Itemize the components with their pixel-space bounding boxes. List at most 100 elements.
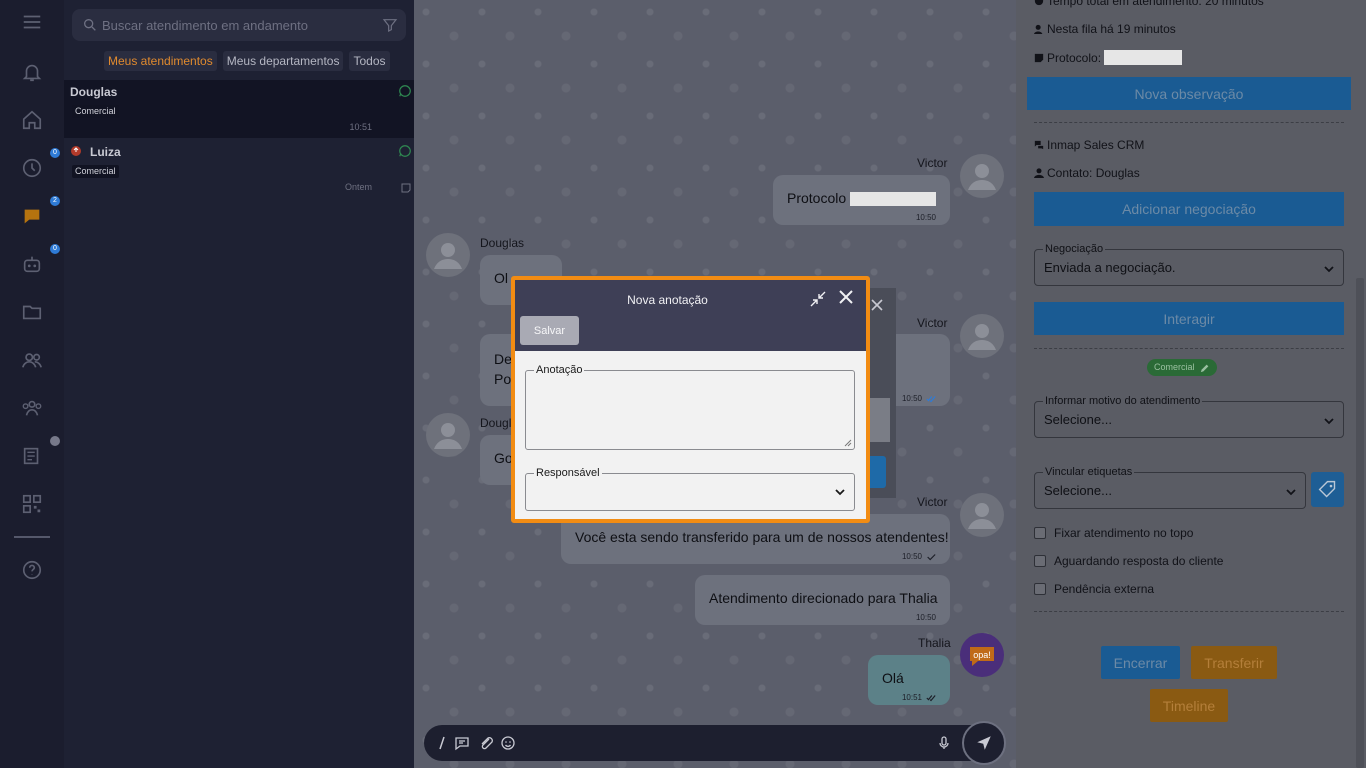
new-note-button[interactable]: Nova observação [1027,77,1351,110]
robot-icon[interactable] [18,250,46,278]
contacts-icon[interactable] [18,346,46,374]
emoji-icon[interactable] [500,735,516,751]
close-icon[interactable] [837,288,855,306]
read-check-icon [926,395,936,402]
bell-icon[interactable] [18,58,46,86]
whatsapp-icon [399,145,411,157]
divider [1034,611,1344,612]
checkbox[interactable] [1034,583,1046,595]
reason-value: Selecione... [1044,412,1112,427]
folder-icon[interactable] [18,298,46,326]
conversation-list: Meus atendimentos Meus departamentos Tod… [64,0,414,768]
bot-avatar-label: opa! [973,650,991,660]
note-textarea[interactable] [532,381,848,445]
groups-icon[interactable] [18,394,46,422]
tag-icon [1318,480,1336,498]
message-text: Po [494,371,512,387]
tab-todos[interactable]: Todos [349,51,390,71]
history-icon[interactable] [18,154,46,182]
sent-check-icon [927,553,936,560]
user-icon [1034,168,1044,178]
message-composer[interactable] [424,725,994,761]
divider [1034,348,1344,349]
note-icon[interactable] [400,182,412,194]
message-time: 10:50 [902,552,936,561]
filter-tabs: Meus atendimentos Meus departamentos Tod… [104,51,390,71]
message-text: Protocolo [787,190,847,206]
deal-select[interactable]: Negociação Enviada a negociação. [1034,243,1344,286]
reports-icon[interactable] [18,442,46,470]
protocol-text: Protocolo: [1034,50,1183,65]
reports-badge [50,436,60,446]
checkbox-label: Fixar atendimento no topo [1054,526,1194,540]
search-icon [84,18,96,31]
background-dialog [866,288,896,498]
divider [1034,122,1344,123]
conversation-item[interactable]: Douglas Comercial 10:51 [64,80,414,138]
attachment-icon[interactable] [478,735,494,751]
transfer-button[interactable]: Transferir [1191,646,1277,679]
note-icon [1034,53,1044,62]
history-badge: 0 [50,148,60,158]
department-badge: Comercial [72,105,119,118]
department-tag-label: Comercial [1154,362,1195,372]
checkbox[interactable] [1034,527,1046,539]
tags-label: Vincular etiquetas [1043,466,1135,478]
help-icon[interactable] [18,556,46,584]
slash-command-icon[interactable] [434,735,450,751]
user-clock-icon [1034,24,1043,34]
send-button[interactable] [962,721,1006,765]
read-check-icon [926,694,936,701]
whatsapp-icon [399,85,411,97]
pin-checkbox[interactable]: Fixar atendimento no topo [1034,526,1193,540]
message-text: Go [494,450,513,466]
modal-title: Nova anotação [627,293,708,307]
menu-icon[interactable] [18,8,46,36]
department-tag[interactable]: Comercial [1147,359,1217,376]
note-field: Anotação [525,364,855,450]
tab-meus-departamentos[interactable]: Meus departamentos [222,51,344,71]
qrcode-icon[interactable] [18,490,46,518]
filter-icon[interactable] [382,17,398,33]
tags-select[interactable]: Vincular etiquetas Selecione... [1034,466,1306,509]
chats-badge: 2 [50,196,60,206]
external-pending-checkbox[interactable]: Pendência externa [1034,582,1154,596]
chat-icon[interactable] [18,202,46,230]
deal-label: Negociação [1043,243,1106,255]
minimize-icon[interactable] [809,290,827,308]
chat-bubbles-icon [1034,140,1044,150]
add-tag-button[interactable] [1311,472,1344,507]
reason-select[interactable]: Informar motivo do atendimento Selecione… [1034,395,1344,438]
message-bubble: Atendimento direcionado para Thalia 10:5… [695,575,950,625]
message-bubble: Olá 10:51 [868,655,950,705]
nav-rail: 0 2 0 [0,0,64,768]
conversation-time: 10:51 [349,122,372,132]
edit-icon[interactable] [1200,363,1210,373]
message-sender: Thalia [918,636,951,650]
timeline-button[interactable]: Timeline [1150,689,1228,722]
tab-meus-atendimentos[interactable]: Meus atendimentos [104,51,217,71]
crm-text: Inmap Sales CRM [1034,138,1144,152]
owner-select[interactable]: Responsável [525,467,855,511]
quick-reply-icon[interactable] [454,735,470,751]
close-ticket-button[interactable]: Encerrar [1101,646,1180,679]
microphone-icon[interactable] [936,735,952,751]
avatar [960,493,1004,537]
close-icon[interactable] [870,298,884,312]
checkbox-label: Pendência externa [1054,582,1155,596]
message-text: Ol [494,270,508,286]
conversation-item[interactable]: Luiza Comercial Ontem [64,140,414,198]
add-deal-button[interactable]: Adicionar negociação [1034,192,1344,226]
avatar [960,314,1004,358]
panel-scrollbar[interactable] [1356,278,1364,768]
conversation-time: Ontem [344,182,372,192]
resize-handle-icon[interactable] [844,439,852,447]
message-text: Atendimento direcionado para Thalia [709,590,938,606]
search-input[interactable] [102,9,372,41]
awaiting-reply-checkbox[interactable]: Aguardando resposta do cliente [1034,554,1223,568]
interact-button[interactable]: Interagir [1034,302,1344,335]
tags-value: Selecione... [1044,483,1112,498]
home-icon[interactable] [18,106,46,134]
checkbox[interactable] [1034,555,1046,567]
save-button[interactable]: Salvar [520,316,579,345]
